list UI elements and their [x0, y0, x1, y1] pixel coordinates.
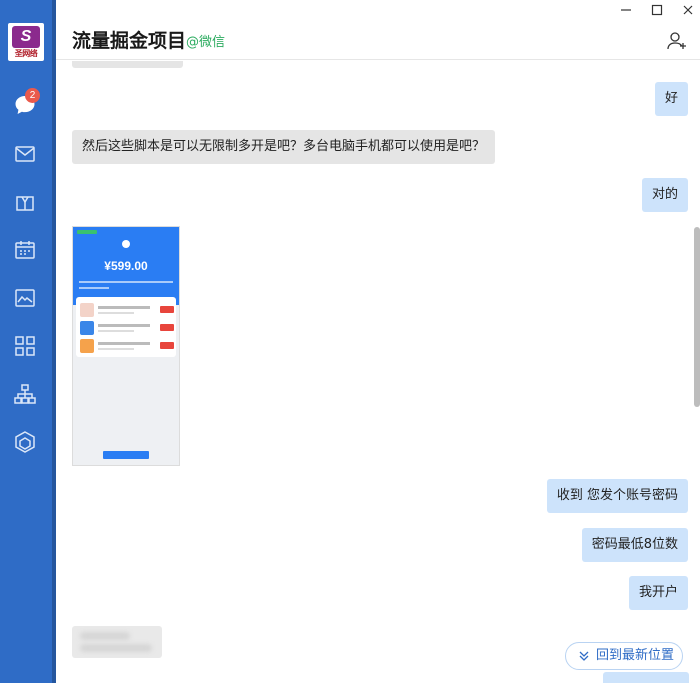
chat-source-label: @微信 — [186, 35, 226, 50]
payment-header: ¥599.00 — [73, 227, 179, 305]
payment-option — [80, 339, 174, 353]
message-bubble-them[interactable]: 然后这些脚本是可以无限制多开是吧？多台电脑手机都可以使用是吧？ — [72, 130, 496, 164]
minimize-button[interactable] — [618, 2, 634, 18]
bag-icon[interactable] — [12, 189, 38, 215]
logo-mark: S — [12, 26, 40, 48]
mail-icon[interactable] — [12, 141, 38, 167]
payment-line — [79, 287, 109, 289]
double-chevron-down-icon — [579, 651, 589, 661]
payment-option — [80, 303, 174, 317]
message-bubble-me[interactable]: 对的 — [641, 178, 688, 212]
message-bubble-me[interactable]: 密码最低8位数 — [581, 528, 688, 562]
payment-divider — [79, 281, 173, 283]
chat-header: 流量掘金项目 @微信 — [56, 0, 700, 60]
add-member-icon[interactable] — [666, 30, 688, 52]
payment-option — [80, 321, 174, 335]
payment-options-card — [76, 297, 176, 357]
payment-confirm-button — [103, 451, 149, 459]
calendar-icon[interactable] — [12, 237, 38, 263]
status-pill — [77, 230, 97, 234]
unread-badge: 2 — [25, 88, 40, 103]
cube-icon[interactable] — [12, 429, 38, 455]
apps-grid-icon[interactable] — [12, 333, 38, 359]
app-logo[interactable]: S 圣网络 — [8, 23, 44, 61]
image-message[interactable]: ¥599.00 — [72, 226, 180, 466]
logo-text: 圣网络 — [14, 49, 38, 58]
chat-window: S 圣网络 2 流量掘金项目 @微信 好 然后这些脚本是可以无限制多开是吧？多台… — [0, 0, 700, 683]
chat-title: 流量掘金项目 — [72, 30, 187, 52]
message-list[interactable]: 好 然后这些脚本是可以无限制多开是吧？多台电脑手机都可以使用是吧？ 对的 ¥59… — [56, 61, 700, 683]
redacted-message — [72, 626, 162, 658]
org-chart-icon[interactable] — [12, 381, 38, 407]
message-bubble-partial — [72, 61, 183, 68]
back-to-latest-label: 回到最新位置 — [596, 648, 675, 663]
back-to-latest-button[interactable]: 回到最新位置 — [565, 642, 683, 670]
message-bubble-partial — [603, 672, 689, 683]
maximize-button[interactable] — [649, 2, 665, 18]
scrollbar[interactable] — [694, 227, 700, 407]
pay-logo-icon — [122, 240, 130, 248]
sidebar: S 圣网络 2 — [0, 0, 56, 683]
message-bubble-me[interactable]: 收到 您发个账号密码 — [546, 479, 688, 513]
message-bubble-me[interactable]: 我开户 — [628, 576, 688, 610]
message-bubble-me[interactable]: 好 — [654, 82, 688, 116]
close-button[interactable] — [680, 2, 696, 18]
image-gallery-icon[interactable] — [12, 285, 38, 311]
payment-amount: ¥599.00 — [104, 259, 148, 273]
